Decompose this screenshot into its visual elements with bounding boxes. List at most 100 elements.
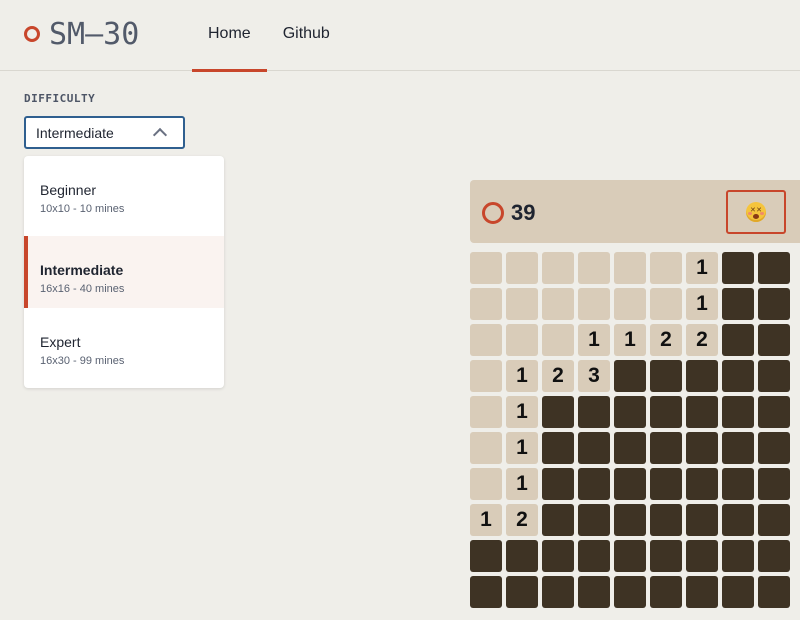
option-description: 16x30 - 99 mines — [40, 355, 125, 367]
cell-hidden[interactable] — [722, 468, 754, 500]
cell-hidden[interactable] — [650, 432, 682, 464]
mines-remaining: 39 — [511, 200, 536, 225]
cell-hidden[interactable] — [686, 576, 718, 608]
cell-hidden[interactable] — [758, 360, 790, 392]
cell-hidden[interactable] — [758, 468, 790, 500]
cell-hidden[interactable] — [686, 396, 718, 428]
logo-ring-icon — [24, 26, 40, 42]
cell-hidden[interactable] — [722, 288, 754, 320]
cell-hidden[interactable] — [578, 540, 610, 572]
cell-hidden[interactable] — [542, 396, 574, 428]
cell-revealed: 1 — [506, 360, 538, 392]
cell-hidden[interactable] — [578, 504, 610, 536]
cell-hidden[interactable] — [686, 432, 718, 464]
nav-github[interactable]: Github — [267, 0, 346, 71]
cell-hidden[interactable] — [470, 576, 502, 608]
cell-hidden[interactable] — [758, 540, 790, 572]
cell-revealed: 2 — [506, 504, 538, 536]
cell-revealed: 1 — [506, 468, 538, 500]
cell-revealed — [650, 252, 682, 284]
cell-hidden[interactable] — [542, 504, 574, 536]
cell-hidden[interactable] — [578, 432, 610, 464]
cell-revealed — [470, 468, 502, 500]
difficulty-select[interactable]: Intermediate — [24, 116, 185, 149]
cell-hidden[interactable] — [758, 432, 790, 464]
cell-hidden[interactable] — [650, 396, 682, 428]
cell-revealed — [506, 252, 538, 284]
cell-hidden[interactable] — [722, 504, 754, 536]
cell-hidden[interactable] — [686, 540, 718, 572]
cell-hidden[interactable] — [758, 396, 790, 428]
cell-hidden[interactable] — [722, 396, 754, 428]
cell-hidden[interactable] — [470, 540, 502, 572]
cell-hidden[interactable] — [578, 468, 610, 500]
cell-revealed — [542, 288, 574, 320]
cell-hidden[interactable] — [758, 504, 790, 536]
cell-hidden[interactable] — [722, 540, 754, 572]
cell-revealed — [650, 288, 682, 320]
game-status-bar: 39 ✕ ✕ — [470, 180, 800, 243]
cell-revealed — [578, 288, 610, 320]
nav-home[interactable]: Home — [192, 0, 267, 72]
cell-revealed — [470, 288, 502, 320]
cell-revealed: 2 — [686, 324, 718, 356]
cell-revealed: 1 — [470, 504, 502, 536]
cell-hidden[interactable] — [686, 360, 718, 392]
cell-hidden[interactable] — [614, 396, 646, 428]
cell-hidden[interactable] — [542, 432, 574, 464]
option-intermediate[interactable]: Intermediate 16x16 - 40 mines — [24, 236, 224, 308]
cell-hidden[interactable] — [722, 576, 754, 608]
cell-hidden[interactable] — [542, 576, 574, 608]
cell-hidden[interactable] — [614, 504, 646, 536]
cell-hidden[interactable] — [614, 360, 646, 392]
cell-revealed: 1 — [614, 324, 646, 356]
cell-revealed — [470, 432, 502, 464]
chevron-up-icon — [152, 127, 168, 143]
cell-hidden[interactable] — [722, 324, 754, 356]
cell-hidden[interactable] — [722, 360, 754, 392]
cell-hidden[interactable] — [614, 468, 646, 500]
cell-revealed: 1 — [686, 252, 718, 284]
difficulty-dropdown: Beginner 10x10 - 10 mines Intermediate 1… — [24, 156, 224, 388]
option-name: Expert — [40, 334, 81, 350]
cell-hidden[interactable] — [758, 576, 790, 608]
cell-revealed — [506, 288, 538, 320]
cell-hidden[interactable] — [542, 468, 574, 500]
option-expert[interactable]: Expert 16x30 - 99 mines — [24, 308, 224, 380]
cell-hidden[interactable] — [650, 360, 682, 392]
logo[interactable]: SM—30 — [24, 16, 139, 52]
game-board: 39 ✕ ✕ 11112212311112 — [470, 180, 800, 620]
reset-button[interactable]: ✕ ✕ — [726, 190, 786, 234]
cell-hidden[interactable] — [650, 576, 682, 608]
cell-hidden[interactable] — [614, 540, 646, 572]
cell-hidden[interactable] — [650, 504, 682, 536]
cell-hidden[interactable] — [578, 576, 610, 608]
app-header: SM—30 Home Github — [0, 0, 800, 72]
cell-revealed: 2 — [542, 360, 574, 392]
cell-hidden[interactable] — [758, 288, 790, 320]
cell-hidden[interactable] — [722, 432, 754, 464]
cell-hidden[interactable] — [614, 576, 646, 608]
option-beginner[interactable]: Beginner 10x10 - 10 mines — [24, 156, 224, 236]
cell-hidden[interactable] — [758, 324, 790, 356]
cell-hidden[interactable] — [506, 576, 538, 608]
cell-revealed — [470, 396, 502, 428]
cell-hidden[interactable] — [578, 396, 610, 428]
cell-revealed: 1 — [506, 432, 538, 464]
cell-hidden[interactable] — [542, 540, 574, 572]
difficulty-label: DIFFICULTY — [24, 92, 96, 105]
cell-hidden[interactable] — [650, 540, 682, 572]
main-nav: Home Github — [192, 0, 346, 72]
cell-hidden[interactable] — [614, 432, 646, 464]
cell-revealed — [470, 252, 502, 284]
cell-hidden[interactable] — [758, 252, 790, 284]
cell-revealed — [470, 360, 502, 392]
cell-hidden[interactable] — [686, 504, 718, 536]
cell-hidden[interactable] — [722, 252, 754, 284]
cell-hidden[interactable] — [650, 468, 682, 500]
option-name: Beginner — [40, 182, 97, 198]
cell-hidden[interactable] — [506, 540, 538, 572]
cell-hidden[interactable] — [686, 468, 718, 500]
cell-revealed — [542, 252, 574, 284]
difficulty-select-value: Intermediate — [36, 124, 114, 141]
